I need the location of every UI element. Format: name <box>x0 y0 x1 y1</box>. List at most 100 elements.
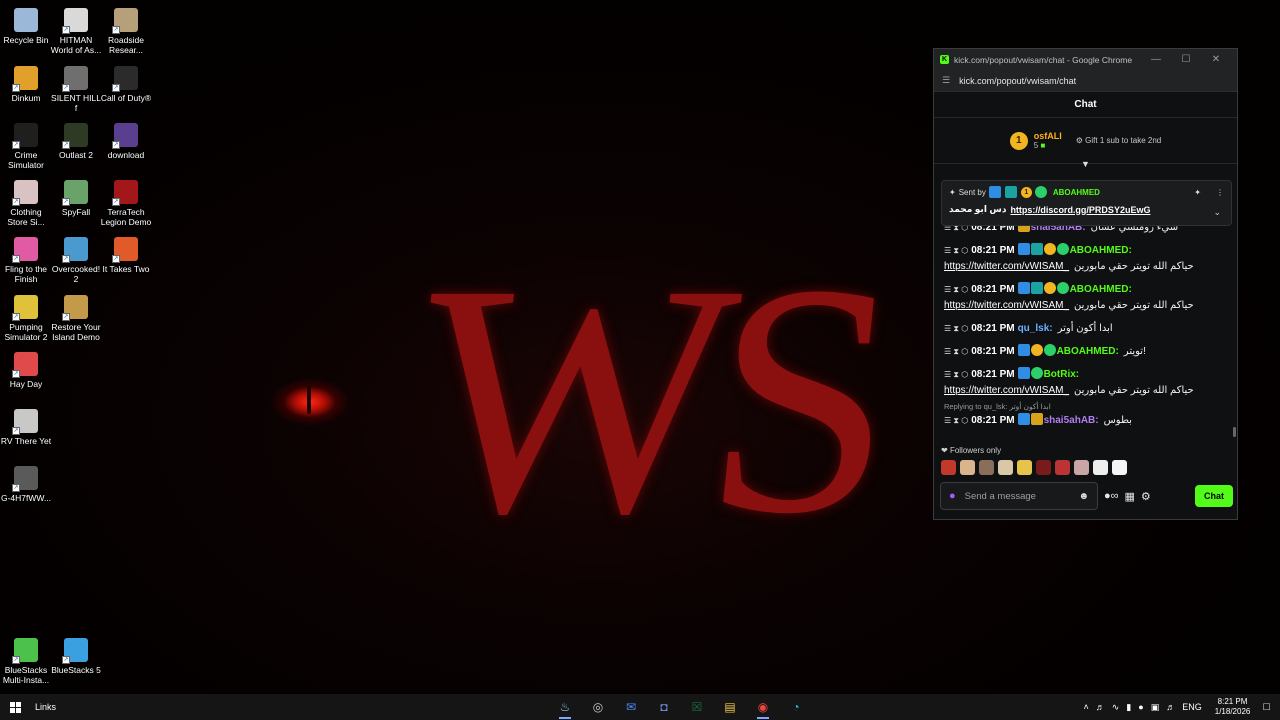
expand-arrow-icon[interactable]: ▼ <box>1081 159 1090 169</box>
maximize-button[interactable]: ☐ <box>1171 54 1201 65</box>
emote-icon[interactable] <box>1055 460 1070 475</box>
chat-message[interactable]: ☰ ⧗ ⬡ 08:21 PM ABOAHMED: https://twitter.co… <box>944 243 1227 275</box>
emoji-icon[interactable]: ☻ <box>1078 491 1089 502</box>
desktop-icon[interactable]: ↗ SILENT HILL f <box>50 62 102 113</box>
close-button[interactable]: ✕ <box>1201 54 1231 65</box>
address-bar[interactable]: ☰ kick.com/popout/vwisam/chat <box>934 70 1237 92</box>
chat-message[interactable]: ☰ ⧗ ⬡ 08:21 PM ABOAHMED: https://twitter.co… <box>944 282 1227 314</box>
message-username[interactable]: shai5ahAB: <box>1044 415 1099 426</box>
mic-icon[interactable]: ● <box>949 490 956 502</box>
desktop-icon[interactable]: ↗ Clothing Store Si... <box>0 176 52 227</box>
emote-icon[interactable] <box>979 460 994 475</box>
message-link[interactable]: https://twitter.com/vWISAM_ <box>944 300 1069 311</box>
message-username[interactable]: ABOAHMED: <box>1070 245 1132 256</box>
emote-icon[interactable] <box>1017 460 1032 475</box>
volume-icon[interactable]: ♬ <box>1096 702 1105 712</box>
edge-icon[interactable]: ◔ <box>784 694 808 720</box>
excel-icon[interactable]: ☒ <box>685 694 709 720</box>
language-indicator[interactable]: ENG <box>1182 702 1202 712</box>
emote-icon[interactable] <box>1093 460 1108 475</box>
mic-tray-icon[interactable]: ● <box>1138 702 1143 712</box>
desktop-icon[interactable]: ↗ Dinkum <box>0 62 52 103</box>
desktop-icon[interactable]: ↗ Outlast 2 <box>50 119 102 160</box>
top-gifter-banner[interactable]: 1 osfALI 5 ■ ⚙ Gift 1 sub to take 2nd ▼ <box>934 118 1237 169</box>
points-icon[interactable]: ●∞ <box>1104 490 1119 502</box>
reply-context[interactable]: Replying to qu_lsk: ابدا أكون أوتر <box>944 402 1227 412</box>
start-button[interactable] <box>0 701 30 713</box>
desktop-icon[interactable]: ↗ SpyFall <box>50 176 102 217</box>
emote-icon[interactable] <box>1036 460 1051 475</box>
speaker-icon[interactable]: ♬ <box>1166 702 1175 712</box>
chrome-icon[interactable]: ◉ <box>751 694 775 720</box>
unpin-icon[interactable]: ✦ <box>1194 188 1201 197</box>
gifter-name[interactable]: osfALI <box>1034 131 1062 141</box>
desktop-icon[interactable]: ↗ Overcooked! 2 <box>50 233 102 284</box>
desktop-icon[interactable]: ↗ HITMAN World of As... <box>50 4 102 55</box>
message-link[interactable]: https://twitter.com/vWISAM_ <box>944 385 1069 396</box>
show-hidden-icons-icon[interactable]: ˄ <box>1084 702 1089 712</box>
desktop-icon[interactable]: ↗ download <box>100 119 152 160</box>
desktop-icon[interactable]: ↗ Hay Day <box>0 348 52 389</box>
emote-icon[interactable] <box>960 460 975 475</box>
pinned-author[interactable]: ABOAHMED <box>1053 188 1100 197</box>
desktop-icon[interactable]: ↗ Pumping Simulator 2 <box>0 291 52 342</box>
message-link[interactable]: https://twitter.com/vWISAM_ <box>944 261 1069 272</box>
pinned-link[interactable]: https://discord.gg/PRDSY2uEwG <box>1010 205 1150 215</box>
emote-icon[interactable] <box>998 460 1013 475</box>
emote-icon[interactable] <box>1112 460 1127 475</box>
mod-tools-icon[interactable]: ☰ ⧗ ⬡ <box>944 370 968 379</box>
message-username[interactable]: ABOAHMED: <box>1070 284 1132 295</box>
chat-message[interactable]: ☰ ⧗ ⬡ 08:21 PM shai5ahAB: شيء رومنسي عشان <box>944 226 1227 236</box>
network-icon[interactable]: ∿ <box>1112 702 1120 713</box>
gift-hint[interactable]: ⚙ Gift 1 sub to take 2nd <box>1076 136 1161 145</box>
chat-message[interactable]: ☰ ⧗ ⬡ 08:21 PM BotRix: https://twitter.com/… <box>944 367 1227 399</box>
desktop-icon[interactable]: ↗ Restore Your Island Demo <box>50 291 102 342</box>
emote-icon[interactable] <box>941 460 956 475</box>
desktop-icon[interactable]: ↗ RV There Yet <box>0 405 52 446</box>
file-explorer-icon[interactable]: ▤ <box>718 694 742 720</box>
scrollbar[interactable] <box>1233 427 1236 437</box>
message-username[interactable]: shai5ahAB: <box>1031 226 1086 233</box>
display-icon[interactable]: ▣ <box>1151 702 1160 713</box>
desktop-icon[interactable]: ↗ BlueStacks 5 <box>50 634 102 675</box>
steam-icon[interactable]: ♨ <box>553 694 577 720</box>
desktop-icon[interactable]: ↗ Call of Duty® <box>100 62 152 103</box>
send-chat-button[interactable]: Chat <box>1195 485 1233 507</box>
desktop-icon[interactable]: ↗ Fling to the Finish <box>0 233 52 284</box>
mod-tools-icon[interactable]: ☰ ⧗ ⬡ <box>944 226 968 232</box>
battery-icon[interactable]: ▮ <box>1126 702 1131 713</box>
message-username[interactable]: ABOAHMED: <box>1057 346 1119 357</box>
notification-icon[interactable]: □ <box>1263 701 1270 713</box>
desktop-icon[interactable]: ↗ BlueStacks Multi-Insta... <box>0 634 52 685</box>
site-settings-icon[interactable]: ☰ <box>942 75 950 86</box>
store-icon[interactable]: ▦ <box>1125 490 1135 503</box>
mod-tools-icon[interactable]: ☰ ⧗ ⬡ <box>944 416 968 425</box>
message-username[interactable]: BotRix: <box>1044 369 1080 380</box>
clock[interactable]: 8:21 PM 1/18/2026 <box>1215 697 1251 717</box>
mod-tools-icon[interactable]: ☰ ⧗ ⬡ <box>944 285 968 294</box>
desktop-icon[interactable]: ↗ TerraTech Legion Demo <box>100 176 152 227</box>
message-username[interactable]: qu_lsk: <box>1018 323 1053 334</box>
mod-tools-icon[interactable]: ☰ ⧗ ⬡ <box>944 324 968 333</box>
desktop-icon[interactable]: ↗ It Takes Two <box>100 233 152 274</box>
chat-message[interactable]: ☰ ⧗ ⬡ 08:21 PM shai5ahAB: بطوس <box>944 413 1227 429</box>
links-toolbar[interactable]: Links <box>35 702 56 712</box>
mail-icon[interactable]: ✉ <box>619 694 643 720</box>
discord-icon[interactable]: ◘ <box>652 694 676 720</box>
chat-message[interactable]: ☰ ⧗ ⬡ 08:21 PM ABOAHMED: تويتر! <box>944 344 1227 360</box>
message-input[interactable]: ● Send a message ☻ <box>940 482 1098 510</box>
settings-gear-icon[interactable]: ⚙ <box>1141 490 1151 503</box>
desktop-icon[interactable]: ↗ Roadside Resear... <box>100 4 152 55</box>
window-titlebar[interactable]: K kick.com/popout/vwisam/chat - Google C… <box>934 49 1237 70</box>
mod-tools-icon[interactable]: ☰ ⧗ ⬡ <box>944 347 968 356</box>
desktop-icon[interactable]: Recycle Bin <box>0 4 52 45</box>
mod-tools-icon[interactable]: ☰ ⧗ ⬡ <box>944 246 968 255</box>
app-icon[interactable]: ◎ <box>586 694 610 720</box>
more-options-icon[interactable]: ⋮ <box>1216 188 1224 197</box>
minimize-button[interactable]: — <box>1141 54 1171 65</box>
desktop-icon[interactable]: ↗ Crime Simulator <box>0 119 52 170</box>
chevron-down-icon[interactable]: ⌄ <box>1213 207 1221 218</box>
emote-icon[interactable] <box>1074 460 1089 475</box>
desktop-icon[interactable]: ↗ G-4H7fWW... <box>0 462 52 503</box>
chat-message[interactable]: ☰ ⧗ ⬡ 08:21 PM qu_lsk: ابدا أكون أوتر <box>944 321 1227 337</box>
